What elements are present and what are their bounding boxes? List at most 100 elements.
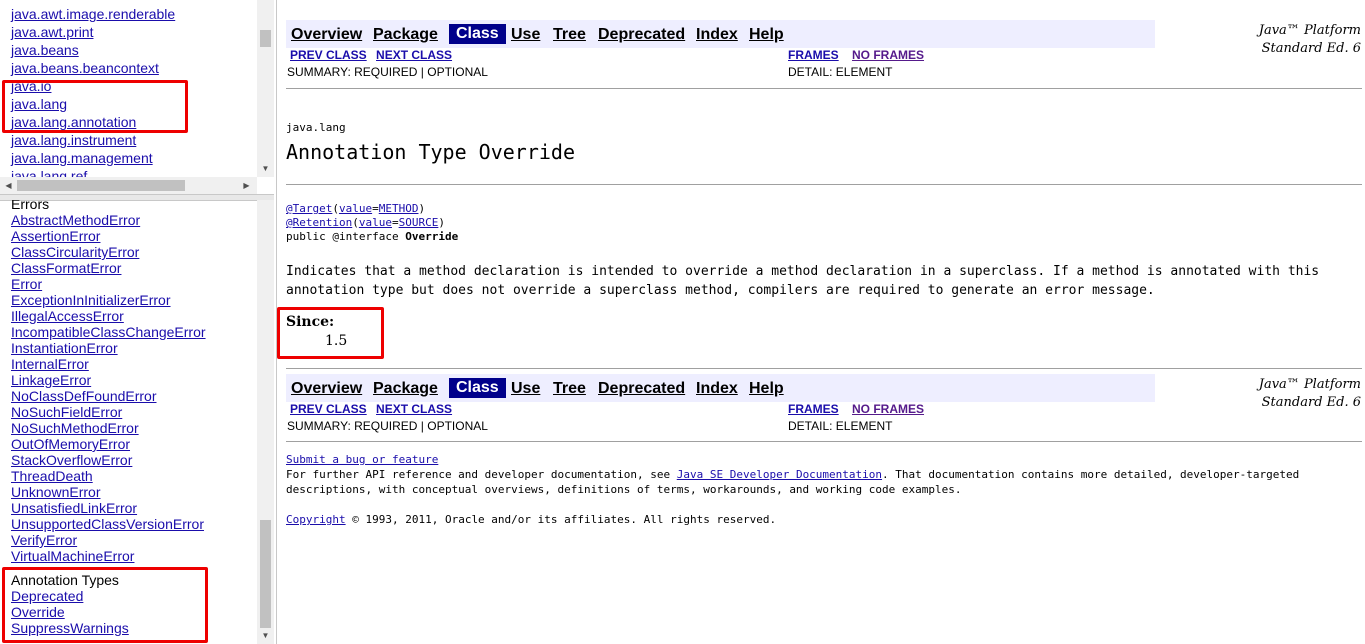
- class-link[interactable]: UnknownError: [11, 484, 206, 500]
- nav-tree-link[interactable]: Tree: [553, 380, 586, 398]
- nav-overview-link[interactable]: Overview: [291, 26, 362, 44]
- package-link-java-lang-management[interactable]: java.lang.management: [11, 149, 175, 167]
- class-link[interactable]: LinkageError: [11, 372, 206, 388]
- package-link-java-awt-print[interactable]: java.awt.print: [11, 23, 175, 41]
- submit-bug-link[interactable]: Submit a bug or feature: [286, 453, 438, 466]
- retention-value-link[interactable]: value: [359, 216, 392, 229]
- class-link[interactable]: InstantiationError: [11, 340, 206, 356]
- prev-class-link[interactable]: PREV CLASS: [290, 48, 367, 62]
- nav-package-link[interactable]: Package: [373, 26, 438, 44]
- package-link-java-lang[interactable]: java.lang: [11, 95, 175, 113]
- nav-deprecated-link[interactable]: Deprecated: [598, 380, 685, 398]
- nav-class-current: Class: [449, 378, 506, 398]
- scroll-down-arrow-icon[interactable]: ▼: [257, 160, 274, 177]
- errors-heading: Errors: [11, 200, 50, 212]
- scroll-right-arrow-icon[interactable]: ▶: [238, 177, 255, 194]
- divider: [286, 441, 1362, 442]
- scrollbar-thumb[interactable]: [17, 180, 185, 191]
- scroll-down-arrow-icon[interactable]: ▼: [257, 627, 274, 644]
- class-link[interactable]: IncompatibleClassChangeError: [11, 324, 206, 340]
- nav-index-link[interactable]: Index: [696, 26, 738, 44]
- source-enum-link[interactable]: SOURCE: [399, 216, 439, 229]
- retention-annotation-link[interactable]: @Retention: [286, 216, 352, 229]
- class-link[interactable]: UnsupportedClassVersionError: [11, 516, 206, 532]
- frames-link[interactable]: FRAMES: [788, 48, 839, 62]
- page-title: Annotation Type Override: [286, 140, 575, 164]
- class-link[interactable]: NoSuchFieldError: [11, 404, 206, 420]
- class-link[interactable]: ClassCircularityError: [11, 244, 206, 260]
- class-link[interactable]: ThreadDeath: [11, 468, 206, 484]
- annotation-link-override[interactable]: Override: [11, 604, 206, 620]
- package-list-horizontal-scrollbar[interactable]: ◀ ▶: [0, 177, 257, 194]
- no-frames-link[interactable]: NO FRAMES: [852, 402, 924, 416]
- copyright-link[interactable]: Copyright: [286, 513, 346, 526]
- class-link[interactable]: VirtualMachineError: [11, 548, 206, 564]
- nav-package-link[interactable]: Package: [373, 380, 438, 398]
- package-list: java.awt.image.renderable java.awt.print…: [11, 5, 175, 185]
- nav-help-link[interactable]: Help: [749, 380, 784, 398]
- package-link-java-lang-instrument[interactable]: java.lang.instrument: [11, 131, 175, 149]
- platform-line2: Standard Ed. 6: [1261, 395, 1361, 410]
- further-docs-text: For further API reference and developer …: [286, 467, 1356, 497]
- no-frames-link[interactable]: NO FRAMES: [852, 48, 924, 62]
- footer: Submit a bug or feature For further API …: [286, 452, 1356, 497]
- divider: [286, 184, 1362, 185]
- nav-index-link[interactable]: Index: [696, 380, 738, 398]
- class-link[interactable]: UnsatisfiedLinkError: [11, 500, 206, 516]
- decl-interface-line: public @interface Override: [286, 230, 458, 244]
- package-link-java-io[interactable]: java.io: [11, 77, 175, 95]
- scrollbar-thumb[interactable]: [260, 30, 271, 47]
- nav-overview-link[interactable]: Overview: [291, 380, 362, 398]
- next-class-link[interactable]: NEXT CLASS: [376, 402, 452, 416]
- package-link-java-beans-beancontext[interactable]: java.beans.beancontext: [11, 59, 175, 77]
- target-value-link[interactable]: value: [339, 202, 372, 215]
- nav-tree-link[interactable]: Tree: [553, 26, 586, 44]
- class-link[interactable]: VerifyError: [11, 532, 206, 548]
- nav-use-link[interactable]: Use: [511, 380, 540, 398]
- package-link-java-awt-image-renderable[interactable]: java.awt.image.renderable: [11, 5, 175, 23]
- left-frameset: java.awt.image.renderable java.awt.print…: [0, 0, 277, 644]
- frames-link[interactable]: FRAMES: [788, 402, 839, 416]
- decl-retention-line: @Retention(value=SOURCE): [286, 216, 445, 229]
- since-label: Since:: [286, 314, 335, 330]
- class-link[interactable]: StackOverflowError: [11, 452, 206, 468]
- class-link[interactable]: ClassFormatError: [11, 260, 206, 276]
- top-navbar: Overview Package Class Use Tree Deprecat…: [286, 20, 1155, 48]
- class-link[interactable]: NoSuchMethodError: [11, 420, 206, 436]
- nav-use-link[interactable]: Use: [511, 26, 540, 44]
- package-list-vertical-scrollbar[interactable]: ▼: [257, 0, 274, 177]
- target-annotation-link[interactable]: @Target: [286, 202, 332, 215]
- copyright-text: © 1993, 2011, Oracle and/or its affiliat…: [345, 513, 777, 526]
- platform-label: Java™ Platform Standard Ed. 6: [1241, 376, 1361, 412]
- class-link[interactable]: AbstractMethodError: [11, 212, 206, 228]
- nav-help-link[interactable]: Help: [749, 26, 784, 44]
- scroll-left-arrow-icon[interactable]: ◀: [0, 177, 17, 194]
- class-link[interactable]: OutOfMemoryError: [11, 436, 206, 452]
- platform-label: Java™ Platform Standard Ed. 6: [1241, 22, 1361, 58]
- annotation-link-suppresswarnings[interactable]: SuppressWarnings: [11, 620, 206, 636]
- class-list-vertical-scrollbar[interactable]: ▼: [257, 200, 274, 644]
- class-link[interactable]: ExceptionInInitializerError: [11, 292, 206, 308]
- nav-class-current: Class: [449, 24, 506, 44]
- package-link-java-lang-annotation[interactable]: java.lang.annotation: [11, 113, 175, 131]
- class-link[interactable]: AssertionError: [11, 228, 206, 244]
- scrollbar-thumb[interactable]: [260, 520, 271, 628]
- summary-line: SUMMARY: REQUIRED | OPTIONAL: [287, 419, 488, 433]
- method-enum-link[interactable]: METHOD: [379, 202, 419, 215]
- bottom-subnav-class: PREV CLASS NEXT CLASS: [290, 402, 458, 416]
- class-link[interactable]: IllegalAccessError: [11, 308, 206, 324]
- annotation-description: Indicates that a method declaration is i…: [286, 264, 1320, 298]
- annotation-types-heading: Annotation Types: [11, 572, 119, 588]
- java-se-docs-link[interactable]: Java SE Developer Documentation: [677, 468, 882, 481]
- top-subnav-class: PREV CLASS NEXT CLASS: [290, 48, 458, 62]
- decl-interface-name: Override: [405, 230, 459, 243]
- prev-class-link[interactable]: PREV CLASS: [290, 402, 367, 416]
- next-class-link[interactable]: NEXT CLASS: [376, 48, 452, 62]
- class-link[interactable]: NoClassDefFoundError: [11, 388, 206, 404]
- class-link[interactable]: InternalError: [11, 356, 206, 372]
- annotation-link-deprecated[interactable]: Deprecated: [11, 588, 206, 604]
- nav-deprecated-link[interactable]: Deprecated: [598, 26, 685, 44]
- class-link[interactable]: Error: [11, 276, 206, 292]
- package-link-java-beans[interactable]: java.beans: [11, 41, 175, 59]
- top-subnav-frames: FRAMES NO FRAMES: [788, 48, 930, 62]
